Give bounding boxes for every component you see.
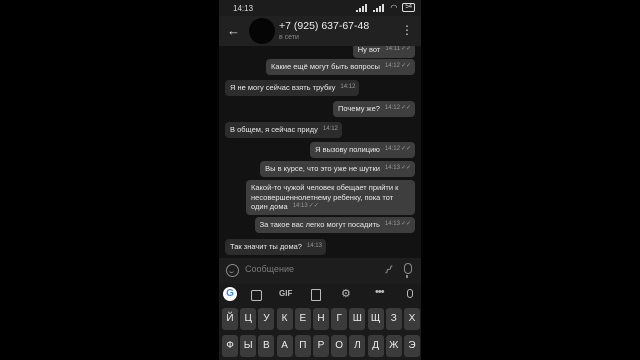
message-time: 14:12: [384, 63, 400, 69]
arrow-left-icon[interactable]: ←: [227, 23, 240, 38]
message-bubble[interactable]: Я вызову полицию 14:12✓✓: [310, 142, 415, 158]
message-time: 14:13: [292, 203, 308, 209]
double-check-icon: ✓✓: [308, 203, 319, 209]
avatar[interactable]: [249, 18, 275, 44]
double-check-icon: ✓✓: [400, 46, 411, 52]
message-text: Вы в курсе, что это уже не шутки: [265, 164, 380, 173]
message-time: 14:12: [322, 126, 338, 132]
keyboard-toolbar: G GIF ⚙ •••: [219, 284, 421, 306]
key-Э[interactable]: Э: [404, 335, 420, 357]
key-Н[interactable]: Н: [313, 308, 329, 330]
signal-icon-2: [373, 3, 387, 12]
wifi-icon: ◠: [390, 2, 398, 12]
message-bubble[interactable]: За такое вас легко могут посадить 14:13✓✓: [254, 217, 415, 233]
message-bubble[interactable]: Я не могу сейчас взять трубку 14:12: [225, 80, 360, 96]
message-bubble[interactable]: Ну вот 14:11✓✓: [352, 46, 415, 58]
keyboard: ЙЦУКЕНГШЩЗХ ФЫВАПРОЛДЖЭ: [219, 306, 421, 360]
key-В[interactable]: В: [258, 335, 275, 357]
key-Х[interactable]: Х: [404, 308, 420, 330]
status-bar: 14:13 ◠ 54: [219, 0, 421, 16]
gif-button[interactable]: GIF: [279, 289, 292, 298]
message-bubble[interactable]: Какой-то чужой человек обещает прийти к …: [246, 180, 415, 215]
gear-icon[interactable]: ⚙: [341, 287, 351, 300]
double-check-icon: ✓✓: [400, 165, 411, 171]
more-vertical-icon[interactable]: ⋮: [401, 23, 413, 37]
key-Ж[interactable]: Ж: [385, 335, 402, 357]
key-К[interactable]: К: [276, 308, 293, 330]
contact-name[interactable]: +7 (925) 637-67-48: [279, 20, 369, 32]
key-А[interactable]: А: [276, 335, 293, 357]
double-check-icon: ✓✓: [400, 146, 411, 152]
message-bubble[interactable]: В общем, я сейчас приду 14:12: [225, 122, 342, 138]
key-Д[interactable]: Д: [367, 335, 384, 357]
key-Й[interactable]: Й: [222, 308, 238, 330]
message-text: Ну вот: [357, 46, 381, 54]
status-icons: ◠ 54: [356, 3, 415, 12]
message-text: Я вызову полицию: [315, 145, 380, 154]
key-Щ[interactable]: Щ: [367, 308, 384, 330]
microphone-icon[interactable]: [404, 263, 412, 278]
key-Ц[interactable]: Ц: [240, 308, 257, 330]
chat-header: ← +7 (925) 637-67-48 в сети ⋮: [219, 16, 421, 46]
signal-icon: [356, 3, 370, 12]
key-З[interactable]: З: [385, 308, 402, 330]
key-Ф[interactable]: Ф: [222, 335, 238, 357]
message-bubble[interactable]: Какие ещё могут быть вопросы 14:12✓✓: [265, 59, 415, 75]
emoji-icon[interactable]: [226, 264, 239, 277]
message-text: Почему же?: [338, 104, 380, 113]
key-О[interactable]: О: [331, 335, 348, 357]
message-input[interactable]: Сообщение: [245, 264, 294, 274]
message-bubble[interactable]: Так значит ты дома? 14:13: [225, 239, 326, 255]
message-text: Я не могу сейчас взять трубку: [230, 83, 336, 92]
double-check-icon: ✓✓: [400, 221, 411, 227]
message-bubble[interactable]: Вы в курсе, что это уже не шутки 14:13✓✓: [260, 161, 415, 177]
message-text: Какой-то чужой человек обещает прийти к …: [251, 183, 399, 211]
message-time: 14:13: [306, 243, 322, 249]
key-Г[interactable]: Г: [331, 308, 348, 330]
key-Е[interactable]: Е: [294, 308, 311, 330]
message-time: 14:12: [384, 105, 400, 111]
key-Ы[interactable]: Ы: [240, 335, 257, 357]
message-time: 14:12: [340, 84, 356, 90]
more-horizontal-icon[interactable]: •••: [375, 286, 385, 298]
double-check-icon: ✓✓: [400, 63, 411, 69]
message-list[interactable]: Ну вот 14:11✓✓ Какие ещё могут быть вопро…: [219, 46, 421, 258]
paperclip-icon[interactable]: ⌇: [380, 262, 396, 278]
message-text: В общем, я сейчас приду: [230, 125, 318, 134]
phone-screen: 14:13 ◠ 54 ← +7 (925) 637-67-48 в сети ⋮…: [219, 0, 421, 360]
key-Л[interactable]: Л: [349, 335, 366, 357]
message-text: Так значит ты дома?: [230, 242, 302, 251]
message-time: 14:12: [384, 146, 400, 152]
composer-bar: Сообщение ⌇: [219, 258, 421, 284]
key-У[interactable]: У: [258, 308, 275, 330]
message-bubble[interactable]: Почему же? 14:12✓✓: [333, 101, 415, 117]
google-icon[interactable]: G: [223, 287, 237, 301]
double-check-icon: ✓✓: [400, 105, 411, 111]
key-П[interactable]: П: [294, 335, 311, 357]
battery-icon: 54: [402, 3, 415, 12]
key-Ш[interactable]: Ш: [349, 308, 366, 330]
clipboard-icon[interactable]: [311, 289, 321, 301]
message-time: 14:13: [384, 221, 400, 227]
message-time: 14:11: [385, 46, 400, 52]
sticker-icon[interactable]: [251, 290, 262, 301]
message-time: 14:13: [384, 165, 400, 171]
message-text: Какие ещё могут быть вопросы: [270, 62, 380, 71]
keyboard-microphone-icon[interactable]: [407, 289, 413, 298]
message-text: За такое вас легко могут посадить: [259, 220, 380, 229]
contact-status: в сети: [279, 34, 299, 41]
key-Р[interactable]: Р: [313, 335, 329, 357]
status-time: 14:13: [233, 4, 254, 13]
